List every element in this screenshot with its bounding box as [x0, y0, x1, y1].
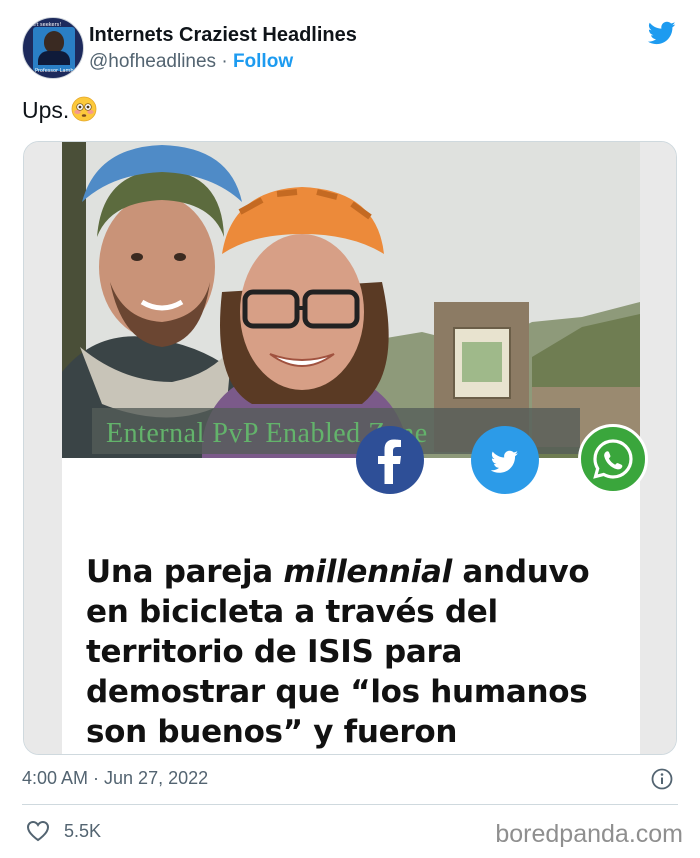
media-card[interactable]: Enternal PvP Enabled Zone Una pareja mil… [23, 141, 677, 755]
avatar[interactable]: Art seekers! Professor Lambert [22, 17, 84, 79]
whatsapp-share-button[interactable] [578, 424, 648, 494]
avatar-text-top: Art seekers! [31, 22, 62, 28]
twitter-share-button[interactable] [471, 426, 539, 494]
heart-icon [26, 820, 50, 842]
flushed-face-emoji-icon [71, 96, 97, 122]
separator-dot: · [221, 51, 228, 72]
tweet-header: Art seekers! Professor Lambert Internets… [22, 17, 682, 81]
author-handle[interactable]: @hofheadlines [89, 51, 216, 72]
article-headline: Una pareja millennial anduvo en biciclet… [86, 552, 626, 754]
article-screenshot: Enternal PvP Enabled Zone Una pareja mil… [62, 142, 648, 754]
like-count: 5.5K [64, 821, 102, 841]
tweet-text-row: Ups. [22, 96, 97, 124]
facebook-icon [378, 439, 401, 484]
boredpanda-watermark: boredpanda.com [495, 820, 683, 848]
author-handle-row: @hofheadlines · Follow [89, 51, 293, 73]
tweet-timestamp[interactable]: 4:00 AM · Jun 27, 2022 [22, 768, 208, 789]
headline-part1: Una pareja [86, 554, 284, 590]
headline-italic: millennial [283, 554, 452, 590]
divider [22, 804, 678, 805]
facebook-share-button[interactable] [356, 426, 424, 494]
whatsapp-icon [593, 439, 633, 479]
follow-button[interactable]: Follow [233, 51, 293, 72]
author-name[interactable]: Internets Craziest Headlines [89, 24, 357, 47]
media-left-margin [24, 142, 62, 754]
avatar-face [44, 31, 64, 53]
twitter-bird-icon[interactable] [646, 19, 678, 47]
tweet-text: Ups. [22, 97, 70, 123]
like-button[interactable]: 5.5K [26, 820, 101, 842]
twitter-icon [490, 450, 519, 473]
avatar-shirt [38, 51, 70, 65]
avatar-text-bottom: Professor Lambert [35, 68, 81, 74]
info-icon[interactable] [651, 768, 673, 790]
